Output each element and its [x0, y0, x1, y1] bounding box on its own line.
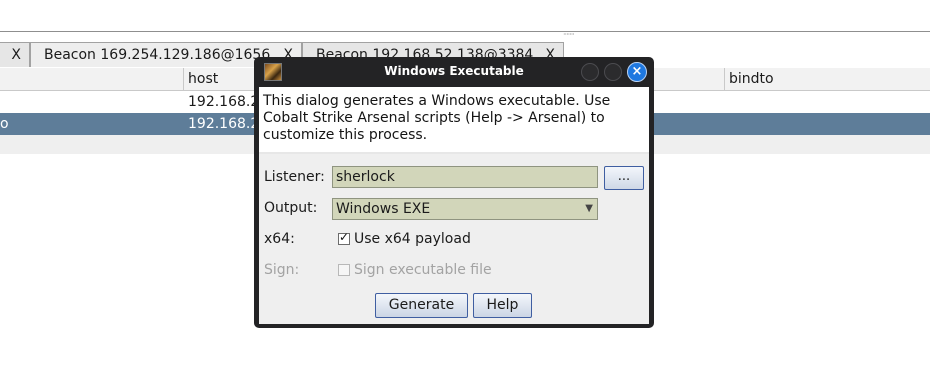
- x64-label: x64:: [264, 231, 295, 247]
- generate-button[interactable]: Generate: [375, 293, 468, 318]
- maximize-button[interactable]: [604, 63, 622, 81]
- dialog-description: This dialog generates a Windows executab…: [259, 87, 649, 152]
- browse-listener-button[interactable]: ...: [604, 166, 644, 190]
- cell-host: 192.168.2: [188, 116, 260, 132]
- divider: [259, 152, 649, 154]
- dialog-titlebar[interactable]: Windows Executable ×: [254, 57, 654, 87]
- output-label: Output:: [264, 200, 318, 216]
- chevron-down-icon[interactable]: ▼: [585, 199, 593, 219]
- toolbar-divider: [0, 31, 930, 32]
- x64-checkbox[interactable]: [338, 230, 350, 245]
- sign-label: Sign:: [264, 262, 300, 278]
- tab-console[interactable]: X: [0, 42, 30, 67]
- help-button[interactable]: Help: [473, 293, 532, 318]
- cell-lead: o: [0, 116, 9, 132]
- sign-checkbox: [338, 264, 350, 276]
- output-select-value: Windows EXE: [336, 201, 431, 217]
- windows-executable-dialog: Windows Executable × This dialog generat…: [254, 57, 654, 328]
- tab-label: Beacon 169.254.129.186@1656: [44, 47, 271, 63]
- sign-checkbox-label: Sign executable file: [354, 262, 492, 278]
- dialog-body: This dialog generates a Windows executab…: [259, 87, 649, 324]
- column-header-host[interactable]: host: [184, 68, 218, 90]
- column-header-bindto[interactable]: bindto: [725, 68, 774, 90]
- tab-close-icon[interactable]: X: [11, 43, 21, 67]
- splitter-grip[interactable]: ·······: [563, 31, 575, 39]
- output-select[interactable]: Windows EXE ▼: [332, 198, 598, 220]
- x64-checkbox-label[interactable]: Use x64 payload: [354, 228, 471, 250]
- cell-host: 192.168.2: [188, 94, 260, 110]
- close-icon[interactable]: ×: [627, 62, 647, 82]
- listener-field[interactable]: sherlock: [332, 166, 598, 188]
- listener-label: Listener:: [264, 169, 325, 185]
- minimize-button[interactable]: [581, 63, 599, 81]
